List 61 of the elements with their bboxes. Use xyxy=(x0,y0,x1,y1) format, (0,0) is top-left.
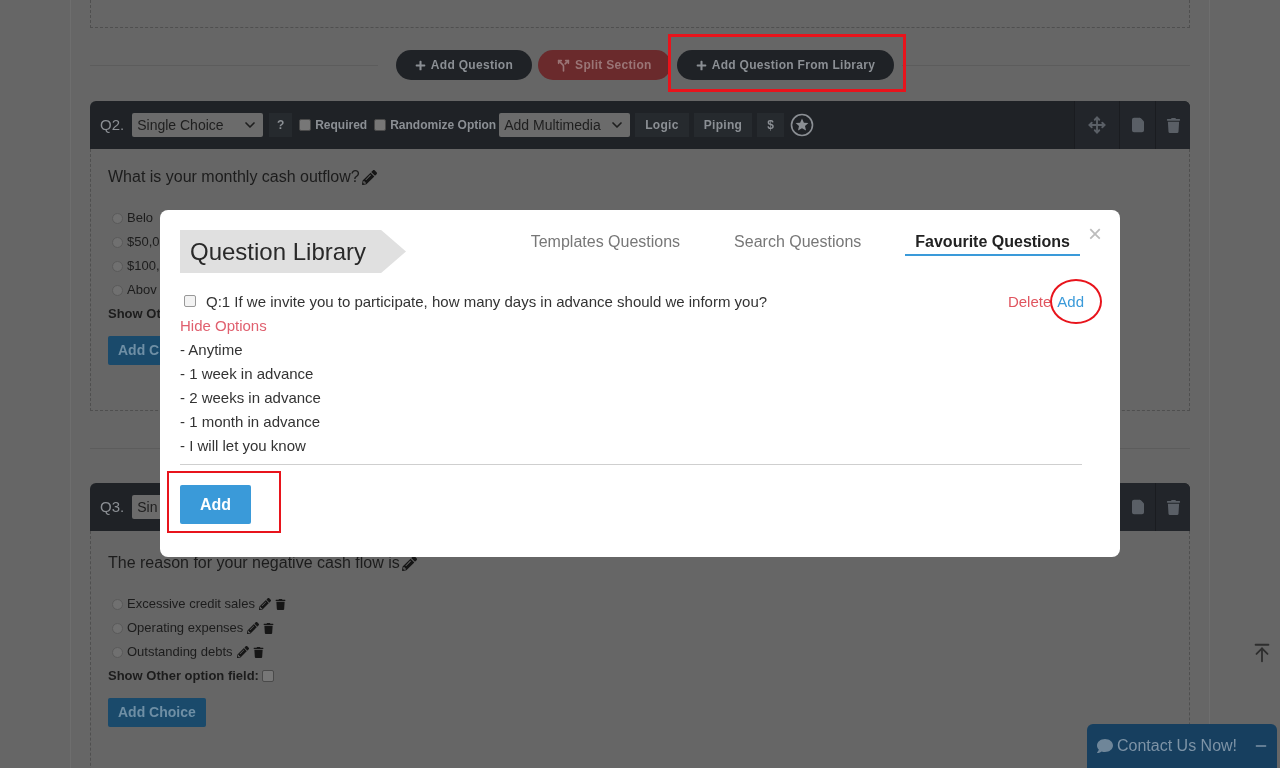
option-label: Excessive credit sales xyxy=(127,595,255,614)
checkbox-label: Required xyxy=(315,117,368,134)
plus-icon xyxy=(414,59,426,71)
library-tab[interactable]: Favourite Questions xyxy=(905,230,1080,256)
question-text: The reason for your negative cash flow is xyxy=(108,553,400,573)
option-text: - I will let you know xyxy=(180,436,307,456)
option-text: - 1 month in advance xyxy=(180,412,322,432)
document-icon xyxy=(1129,117,1146,133)
toggle-options-link[interactable]: Hide Options xyxy=(180,314,267,338)
copy-button[interactable] xyxy=(1119,483,1155,531)
option-text: - 1 week in advance xyxy=(180,364,315,384)
checkbox[interactable] xyxy=(299,119,312,131)
option-label: Abov xyxy=(127,281,157,300)
action-button[interactable]: Split Section xyxy=(538,50,671,80)
type-select[interactable]: Single Choice xyxy=(132,113,264,137)
action-button[interactable]: Add Question From Library xyxy=(676,50,895,80)
action-button[interactable]: Add Question xyxy=(395,50,533,80)
option-text: - 2 weeks in advance xyxy=(180,388,322,408)
move-icon xyxy=(1088,116,1106,134)
trash-icon[interactable] xyxy=(252,646,264,658)
trash-icon[interactable] xyxy=(263,622,275,634)
question-text: What is your monthly cash outflow? xyxy=(108,167,360,187)
move-button[interactable] xyxy=(1074,101,1119,149)
option-label: Operating expenses xyxy=(127,619,244,638)
pencil-icon[interactable] xyxy=(401,555,417,571)
trash-icon[interactable] xyxy=(274,598,286,610)
checkbox[interactable] xyxy=(261,670,274,682)
option-label: $50,0 xyxy=(127,233,160,252)
help-button[interactable]: ? xyxy=(269,113,293,137)
trash-icon xyxy=(1165,117,1181,133)
question-number: Q2. xyxy=(100,114,125,135)
multimedia-select[interactable]: Add Multimedia xyxy=(499,113,631,137)
show-other-label: Show Ot xyxy=(108,305,161,324)
question-number: Q3. xyxy=(100,496,125,517)
toolbar-button[interactable]: Piping xyxy=(693,113,753,137)
checkbox-label: Randomize Option xyxy=(390,117,497,134)
option-label: Outstanding debts xyxy=(127,643,233,662)
library-tab[interactable]: Search Questions xyxy=(724,230,872,256)
toolbar-button[interactable]: $ xyxy=(757,113,785,137)
highlight-ellipse xyxy=(1050,279,1102,324)
toolbar-button[interactable]: Logic xyxy=(635,113,689,137)
chat-icon xyxy=(1097,738,1113,754)
checkbox[interactable] xyxy=(374,119,387,131)
plus-icon xyxy=(695,59,707,71)
contact-bar[interactable]: Contact Us Now! xyxy=(1087,724,1277,768)
show-other-label: Show Other option field: xyxy=(108,667,259,686)
option-label: Belo xyxy=(127,209,154,228)
document-icon xyxy=(1129,499,1146,515)
delete-button[interactable] xyxy=(1155,101,1190,149)
add-link[interactable]: Add xyxy=(1057,290,1084,314)
contact-label: Contact Us Now! xyxy=(1117,736,1238,756)
trash-icon xyxy=(1165,499,1181,515)
option-text: - Anytime xyxy=(180,340,244,360)
split-icon xyxy=(557,58,571,72)
add-choice-button[interactable]: Add Choice xyxy=(108,698,206,727)
library-title: Question Library xyxy=(180,230,406,273)
add-button[interactable]: Add xyxy=(180,485,251,524)
option-label: $100, xyxy=(127,257,160,276)
library-question: Q:1 If we invite you to participate, how many days in advance should we inform you? xyxy=(206,291,768,312)
library-tab[interactable]: Templates Questions xyxy=(520,230,691,256)
checkbox[interactable] xyxy=(184,295,196,307)
